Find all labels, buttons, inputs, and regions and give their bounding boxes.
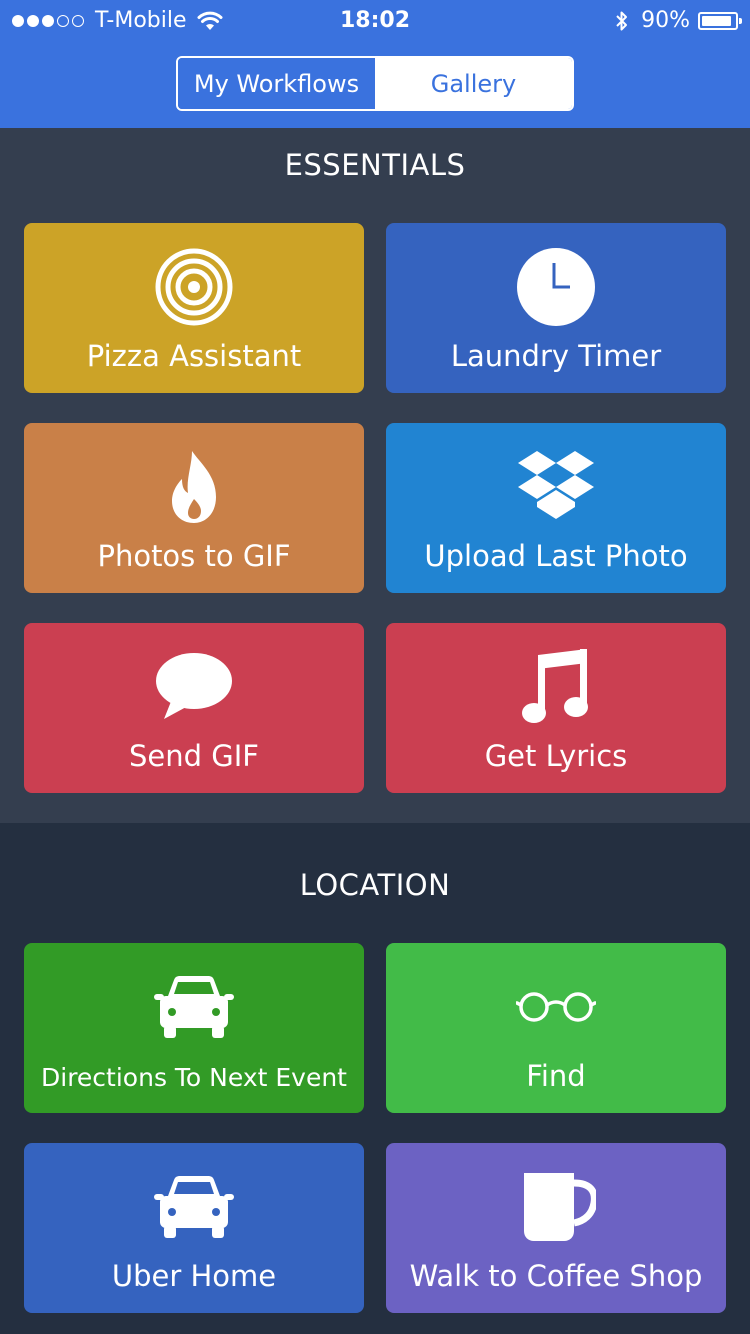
- tile-label: Directions To Next Event: [41, 1063, 347, 1092]
- segmented-control: My Workflows Gallery: [176, 56, 574, 111]
- tile-label: Send GIF: [129, 739, 259, 773]
- battery-level: [702, 15, 731, 26]
- tile-label: Laundry Timer: [450, 339, 662, 373]
- workflow-tile-uber-home[interactable]: Uber Home: [24, 1143, 364, 1313]
- workflow-tile-send-gif[interactable]: Send GIF: [24, 623, 364, 793]
- clock-icon: [517, 248, 595, 326]
- car-icon: [154, 1176, 234, 1238]
- tile-label: Find: [526, 1059, 586, 1093]
- tile-label: Pizza Assistant: [86, 339, 302, 373]
- tile-label: Walk to Coffee Shop: [409, 1259, 703, 1293]
- section-location: LOCATION Directions To Next Event Find U…: [0, 823, 750, 1334]
- workflow-tile-laundry-timer[interactable]: Laundry Timer: [386, 223, 726, 393]
- speech-bubble-icon: [156, 653, 232, 719]
- music-note-icon: [522, 649, 588, 723]
- flame-icon: [172, 451, 216, 523]
- workflow-tile-directions-to-next-event[interactable]: Directions To Next Event: [24, 943, 364, 1113]
- tile-label: Get Lyrics: [484, 739, 628, 773]
- target-icon: [155, 248, 233, 326]
- workflow-tile-photos-to-gif[interactable]: Photos to GIF: [24, 423, 364, 593]
- car-icon: [154, 976, 234, 1038]
- workflow-tile-upload-last-photo[interactable]: Upload Last Photo: [386, 423, 726, 593]
- workflow-tile-get-lyrics[interactable]: Get Lyrics: [386, 623, 726, 793]
- tile-label: Photos to GIF: [97, 539, 291, 573]
- status-right: 90%: [615, 8, 742, 33]
- glasses-icon: [516, 992, 596, 1022]
- status-bar: T-Mobile 18:02 90%: [0, 0, 750, 40]
- section-title: ESSENTIALS: [284, 148, 466, 182]
- section-title: LOCATION: [299, 868, 451, 902]
- battery-icon: [698, 11, 742, 30]
- workflow-tile-find[interactable]: Find: [386, 943, 726, 1113]
- workflow-tile-pizza-assistant[interactable]: Pizza Assistant: [24, 223, 364, 393]
- tab-my-workflows[interactable]: My Workflows: [178, 58, 375, 109]
- tile-label: Upload Last Photo: [424, 539, 688, 573]
- coffee-mug-icon: [524, 1173, 596, 1241]
- header: T-Mobile 18:02 90% My Workflows Gallery: [0, 0, 750, 128]
- battery-percent: 90%: [641, 8, 690, 33]
- tile-label: Uber Home: [111, 1259, 277, 1293]
- section-essentials: ESSENTIALS Pizza Assistant Laundry Timer: [0, 128, 750, 823]
- dropbox-icon: [518, 451, 594, 519]
- workflow-tile-walk-to-coffee-shop[interactable]: Walk to Coffee Shop: [386, 1143, 726, 1313]
- tab-gallery[interactable]: Gallery: [375, 58, 572, 109]
- bluetooth-icon: [616, 11, 628, 30]
